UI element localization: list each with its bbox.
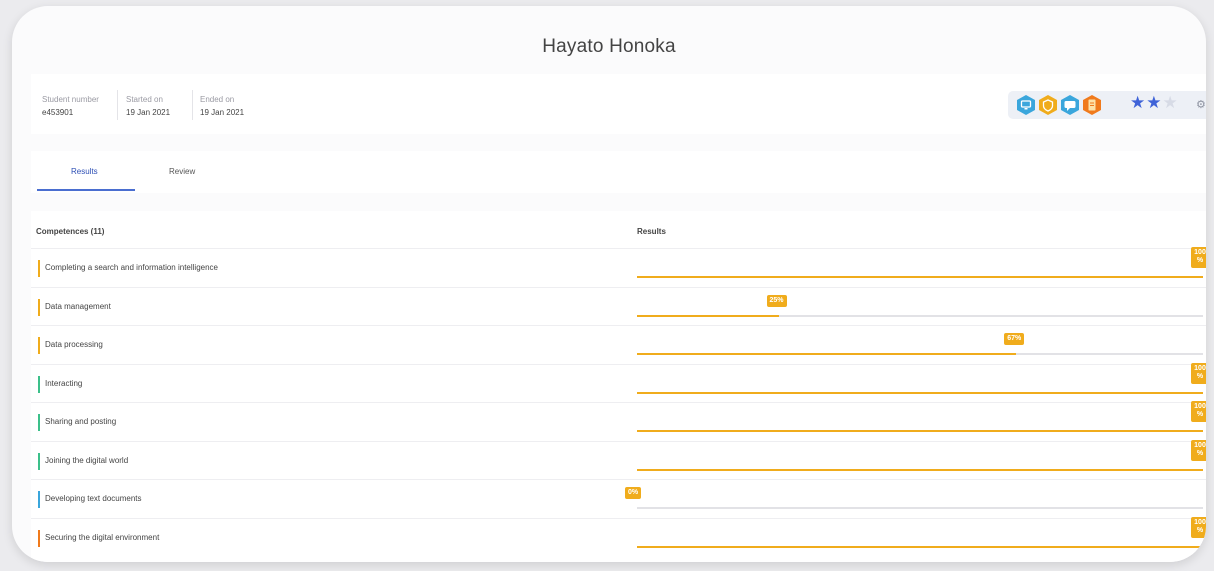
result-percent-badge: 25% (766, 294, 787, 307)
student-number-value: e453901 (42, 108, 74, 117)
competence-label: Interacting (45, 378, 83, 388)
table-row[interactable]: Securing the digital environment 100 % (31, 516, 1206, 557)
result-progress-fill (637, 430, 1203, 432)
shield-badge-icon[interactable] (1037, 94, 1059, 116)
result-progress-fill (637, 545, 1203, 548)
competence-marker (38, 375, 40, 393)
result-progress-track (637, 468, 1203, 471)
competence-marker (38, 337, 40, 354)
table-row[interactable]: Joining the digital world 100 % (31, 439, 1206, 480)
result-percent-badge: 0% (625, 487, 642, 499)
star-filled-icon: ★ (1130, 93, 1147, 112)
competence-marker (38, 260, 40, 277)
competence-marker (38, 452, 40, 470)
result-progress-track (637, 353, 1203, 355)
ended-on-field: Ended on 19 Jan 2021 (200, 93, 244, 119)
active-tab-indicator (37, 189, 135, 191)
competence-marker (38, 491, 40, 508)
document-badge-icon[interactable] (1081, 94, 1103, 116)
result-percent-badge: 67% (1004, 333, 1025, 345)
table-row[interactable]: Completing a search and information inte… (31, 247, 1206, 287)
result-progress-track (637, 391, 1203, 394)
result-progress-fill (637, 391, 1203, 394)
started-on-field: Started on 19 Jan 2021 (126, 93, 170, 119)
competence-label: Developing text documents (45, 494, 142, 503)
competence-marker (38, 414, 40, 431)
result-progress-track (637, 507, 1203, 509)
student-info-bar: Student number e453901 Started on 19 Jan… (31, 74, 1206, 134)
result-progress-track (637, 276, 1203, 278)
results-column-header: Results (637, 227, 666, 236)
competence-marker (38, 529, 40, 547)
badges-panel: ★★★ ⚙ (1008, 91, 1206, 119)
tab-review[interactable]: Review (169, 167, 195, 176)
star-rating: ★★★ (1130, 93, 1179, 113)
star-filled-icon: ★ (1146, 93, 1163, 112)
divider (192, 90, 193, 120)
student-results-card: Hayato Honoka Student number e453901 Sta… (12, 6, 1206, 562)
tab-results[interactable]: Results (71, 167, 98, 176)
result-progress-track (637, 430, 1203, 432)
competence-label: Completing a search and information inte… (45, 263, 218, 272)
competence-label: Data processing (45, 340, 103, 349)
result-percent-badge: 100 % (1191, 439, 1206, 461)
result-percent-badge: 100 % (1191, 362, 1206, 384)
student-number-field: Student number e453901 (42, 93, 99, 119)
table-row[interactable]: Developing text documents 0% (31, 479, 1206, 518)
gear-icon[interactable]: ⚙ (1196, 98, 1206, 111)
tab-bar: Results Review (31, 151, 1206, 193)
result-percent-badge: 100 % (1191, 401, 1206, 422)
ended-on-label: Ended on (200, 95, 235, 104)
monitor-badge-icon[interactable] (1015, 94, 1037, 116)
result-progress-fill (637, 468, 1203, 471)
star-empty-icon: ★ (1162, 93, 1179, 112)
started-on-value: 19 Jan 2021 (126, 108, 171, 117)
table-row[interactable]: Data processing 67% (31, 325, 1206, 364)
competence-label: Data management (45, 301, 111, 311)
competences-table: Competences (11) Results Completing a se… (31, 211, 1206, 562)
student-name: Hayato Honoka (542, 36, 676, 57)
table-row[interactable]: Interacting 100 % (31, 362, 1206, 403)
competence-label: Securing the digital environment (45, 532, 160, 542)
result-progress-fill (637, 314, 779, 317)
started-on-label: Started on (126, 95, 163, 104)
result-percent-badge: 100 % (1191, 516, 1206, 538)
chat-badge-icon[interactable] (1059, 94, 1081, 116)
table-row[interactable]: Data management 25% (31, 286, 1206, 326)
competence-label: Joining the digital world (45, 455, 129, 465)
competence-label: Sharing and posting (45, 417, 117, 426)
ended-on-value: 19 Jan 2021 (200, 108, 245, 117)
result-progress-track (637, 545, 1203, 548)
table-row[interactable]: Sharing and posting 100 % (31, 401, 1206, 441)
divider (117, 90, 118, 120)
result-progress-fill (637, 353, 1017, 355)
student-number-label: Student number (42, 95, 99, 104)
result-progress-fill (637, 276, 1203, 278)
result-percent-badge: 100 % (1191, 247, 1206, 268)
competences-column-header: Competences (11) (36, 227, 105, 236)
result-progress-track (637, 314, 1203, 317)
competence-marker (38, 298, 40, 316)
